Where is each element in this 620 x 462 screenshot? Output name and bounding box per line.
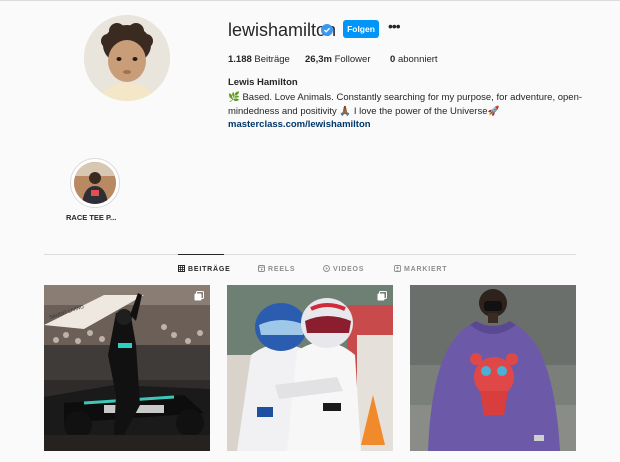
more-options-icon[interactable]: ••• (388, 19, 404, 35)
grid-icon (178, 265, 185, 272)
tabs-divider (44, 254, 576, 255)
tab-posts[interactable]: BEITRÄGE (178, 265, 231, 273)
post-tile[interactable] (410, 285, 576, 451)
bio-line: mindedness and positivity 🙏🏾 I love the … (228, 105, 500, 117)
tab-videos[interactable]: VIDEOS (323, 265, 364, 273)
video-icon (323, 265, 330, 272)
highlight-cover (74, 162, 116, 204)
verified-badge-icon (321, 24, 333, 36)
tab-tagged[interactable]: MARKIERT (394, 265, 447, 273)
highlight-label: RACE TEE P... (66, 213, 117, 222)
reels-icon (258, 265, 265, 272)
post-tile[interactable]: SAUDIT LIVING (44, 285, 210, 451)
tagged-icon (394, 265, 401, 272)
multiple-images-icon (377, 291, 387, 301)
profile-link[interactable]: masterclass.com/lewishamilton (228, 119, 371, 130)
profile-avatar[interactable] (84, 15, 170, 101)
full-name: Lewis Hamilton (228, 77, 298, 88)
active-tab-indicator (178, 254, 224, 255)
bio-line: 🌿 Based. Love Animals. Constantly search… (228, 92, 583, 103)
posts-count[interactable]: 1.188 Beiträge (228, 54, 290, 65)
followers-count[interactable]: 26,3m Follower (305, 54, 370, 65)
post-image (227, 285, 393, 451)
username: lewishamilton (228, 20, 337, 40)
highlight-race-tee[interactable] (70, 158, 120, 208)
post-image (410, 285, 576, 451)
multiple-images-icon (194, 291, 204, 301)
follow-button[interactable]: Folgen (343, 20, 379, 38)
tab-reels[interactable]: REELS (258, 265, 295, 273)
following-count[interactable]: 0 abonniert (390, 54, 438, 65)
top-divider (0, 0, 620, 1)
post-image: SAUDIT LIVING (44, 285, 210, 451)
post-tile[interactable] (227, 285, 393, 451)
bio: 🌿 Based. Love Animals. Constantly search… (228, 91, 583, 118)
